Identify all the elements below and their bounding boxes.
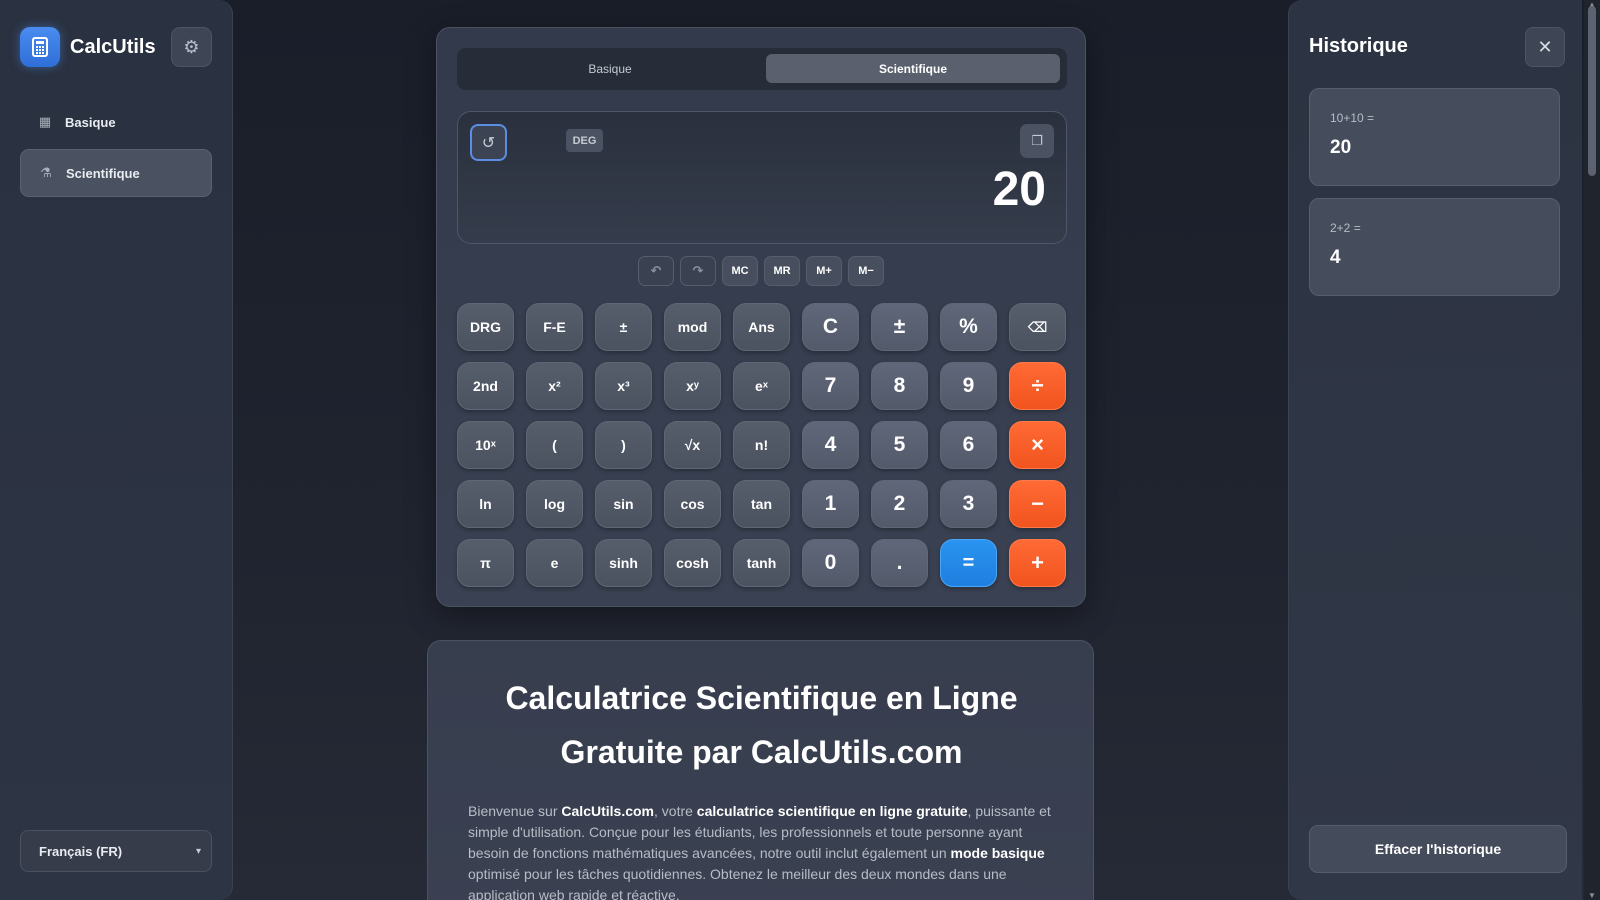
- key-square[interactable]: x²: [526, 362, 583, 410]
- calculator-icon: [20, 27, 60, 67]
- key-sinh[interactable]: sinh: [595, 539, 652, 587]
- backspace-button[interactable]: ⌫: [1009, 303, 1066, 351]
- key-f-e[interactable]: F-E: [526, 303, 583, 351]
- clear-history-button[interactable]: Effacer l'historique: [1309, 825, 1567, 873]
- key-decimal[interactable]: .: [871, 539, 928, 587]
- key-ten-power[interactable]: 10ˣ: [457, 421, 514, 469]
- key-equals[interactable]: =: [940, 539, 997, 587]
- key-drg[interactable]: DRG: [457, 303, 514, 351]
- flask-icon: ⚗: [40, 165, 52, 180]
- memory-subtract-button[interactable]: M−: [848, 256, 884, 286]
- page-scrollbar[interactable]: ▲ ▼: [1584, 0, 1600, 900]
- copy-icon: ❐: [1031, 133, 1043, 148]
- history-result: 20: [1330, 137, 1352, 158]
- key-sqrt[interactable]: √x: [664, 421, 721, 469]
- key-divide[interactable]: ÷: [1009, 362, 1066, 410]
- gear-icon: ⚙: [183, 36, 200, 57]
- key-multiply[interactable]: ×: [1009, 421, 1066, 469]
- key-power[interactable]: xʸ: [664, 362, 721, 410]
- history-expression: 2+2 =: [1330, 221, 1361, 235]
- language-value: Français (FR): [39, 843, 123, 859]
- key-e[interactable]: e: [526, 539, 583, 587]
- key-percent[interactable]: %: [940, 303, 997, 351]
- key-pi[interactable]: π: [457, 539, 514, 587]
- key-plus-minus[interactable]: ±: [595, 303, 652, 351]
- app-name: CalcUtils: [70, 35, 156, 58]
- sidebar-item-label: Basique: [65, 114, 116, 130]
- key-tan[interactable]: tan: [733, 480, 790, 528]
- logo[interactable]: CalcUtils: [20, 27, 156, 67]
- language-select[interactable]: Français (FR) ▾: [20, 830, 212, 872]
- key-ln[interactable]: ln: [457, 480, 514, 528]
- key-cube[interactable]: x³: [595, 362, 652, 410]
- key-ans[interactable]: Ans: [733, 303, 790, 351]
- redo-icon: ↷: [692, 263, 704, 278]
- page-title: Calculatrice Scientifique en Ligne Gratu…: [505, 680, 1018, 770]
- key-9[interactable]: 9: [940, 362, 997, 410]
- key-8[interactable]: 8: [871, 362, 928, 410]
- sidebar-item-basique[interactable]: ▦ Basique: [20, 98, 212, 146]
- memory-recall-button[interactable]: MR: [764, 256, 800, 286]
- history-entry[interactable]: 2+2 = 4: [1309, 198, 1560, 296]
- key-cosh[interactable]: cosh: [664, 539, 721, 587]
- sidebar-item-label: Scientifique: [66, 165, 140, 181]
- undo-icon: ↶: [650, 263, 662, 278]
- keypad: DRG F-E ± mod Ans C ±% ⌫ 2nd x² x³ xʸ eˣ 7 8 9 ÷ 10ˣ() √x n…: [457, 303, 1066, 587]
- chevron-down-icon: ▾: [195, 845, 201, 857]
- key-1[interactable]: 1: [802, 480, 859, 528]
- tab-basique[interactable]: Basique: [463, 54, 757, 83]
- sidebar: CalcUtils ⚙ ▦ Basique ⚗ Scientifique Fra…: [0, 0, 233, 900]
- key-plus[interactable]: +: [1009, 539, 1066, 587]
- info-section: Calculatrice Scientifique en Ligne Gratu…: [427, 640, 1094, 900]
- key-7[interactable]: 7: [802, 362, 859, 410]
- calculator-icon: ▦: [38, 114, 52, 129]
- key-3[interactable]: 3: [940, 480, 997, 528]
- calculator-display: ↺ DEG ❐ 20: [457, 111, 1067, 244]
- history-result: 4: [1330, 247, 1341, 268]
- undo-button[interactable]: ↶: [638, 256, 674, 286]
- key-open-paren[interactable]: (: [526, 421, 583, 469]
- key-exp[interactable]: eˣ: [733, 362, 790, 410]
- close-history-button[interactable]: ✕: [1525, 27, 1565, 67]
- key-2[interactable]: 2: [871, 480, 928, 528]
- result-value: 20: [992, 163, 1046, 216]
- redo-button[interactable]: ↷: [680, 256, 716, 286]
- key-5[interactable]: 5: [871, 421, 928, 469]
- key-close-paren[interactable]: ): [595, 421, 652, 469]
- angle-mode-badge[interactable]: DEG: [566, 129, 603, 152]
- history-entry[interactable]: 10+10 = 20: [1309, 88, 1560, 186]
- scrollbar-thumb[interactable]: [1588, 6, 1596, 176]
- tab-scientifique[interactable]: Scientifique: [766, 54, 1060, 83]
- close-icon: ✕: [1537, 36, 1553, 57]
- sidebar-item-scientifique[interactable]: ⚗ Scientifique: [20, 149, 212, 197]
- key-minus[interactable]: −: [1009, 480, 1066, 528]
- mode-tabs: Basique Scientifique: [457, 48, 1067, 90]
- memory-clear-button[interactable]: MC: [722, 256, 758, 286]
- key-0[interactable]: 0: [802, 539, 859, 587]
- intro-paragraph: Bienvenue sur CalcUtils.com, votre calcu…: [468, 803, 1051, 900]
- key-6[interactable]: 6: [940, 421, 997, 469]
- key-4[interactable]: 4: [802, 421, 859, 469]
- settings-button[interactable]: ⚙: [171, 27, 212, 67]
- brand-link: CalcUtils.com: [561, 803, 654, 819]
- history-title: Historique: [1309, 35, 1408, 57]
- calculator-panel: Basique Scientifique ↺ DEG ❐ 20 ↶ ↷ MC M…: [436, 27, 1086, 607]
- key-tanh[interactable]: tanh: [733, 539, 790, 587]
- scroll-down-icon: ▼: [1588, 891, 1596, 900]
- key-factorial[interactable]: n!: [733, 421, 790, 469]
- key-sign[interactable]: ±: [871, 303, 928, 351]
- key-clear[interactable]: C: [802, 303, 859, 351]
- memory-add-button[interactable]: M+: [806, 256, 842, 286]
- key-cos[interactable]: cos: [664, 480, 721, 528]
- history-panel: Historique ✕ 10+10 = 20 2+2 = 4 Effacer …: [1288, 0, 1582, 900]
- copy-button[interactable]: ❐: [1020, 124, 1054, 158]
- history-toggle-button[interactable]: ↺: [470, 124, 507, 161]
- memory-row: ↶ ↷ MC MR M+ M−: [437, 256, 1087, 286]
- history-expression: 10+10 =: [1330, 111, 1375, 125]
- key-sin[interactable]: sin: [595, 480, 652, 528]
- key-log[interactable]: log: [526, 480, 583, 528]
- history-icon: ↺: [481, 134, 496, 152]
- key-mod[interactable]: mod: [664, 303, 721, 351]
- key-second[interactable]: 2nd: [457, 362, 514, 410]
